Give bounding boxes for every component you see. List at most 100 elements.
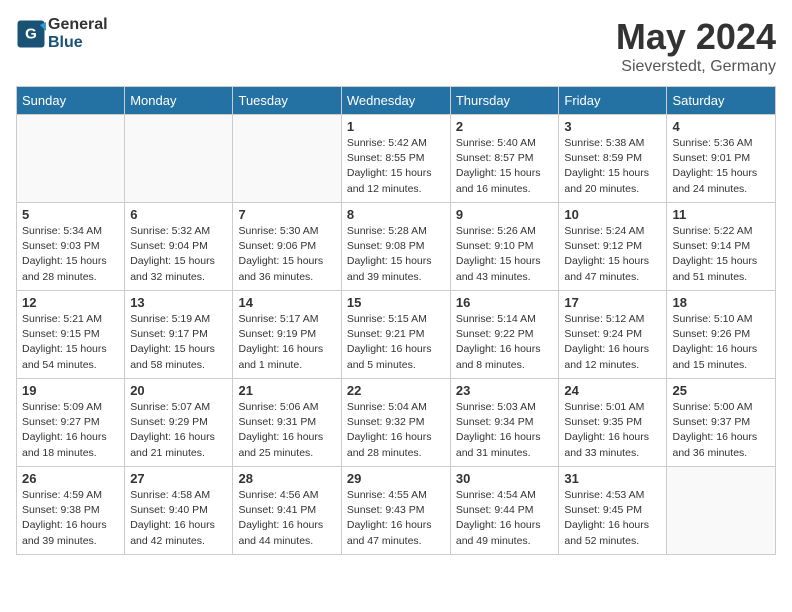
day-info: Sunrise: 5:24 AMSunset: 9:12 PMDaylight:… xyxy=(564,224,661,285)
day-number: 6 xyxy=(130,207,227,222)
calendar-cell: 25Sunrise: 5:00 AMSunset: 9:37 PMDayligh… xyxy=(667,379,776,467)
day-info: Sunrise: 4:59 AMSunset: 9:38 PMDaylight:… xyxy=(22,488,119,549)
calendar-table: SundayMondayTuesdayWednesdayThursdayFrid… xyxy=(16,86,776,555)
calendar-cell: 23 Sunrise: 5:03 AMSunset: 9:34 PMDayligh… xyxy=(450,379,559,467)
day-info: Sunrise: 5:10 AMSunset: 9:26 PMDaylight:… xyxy=(672,312,770,373)
calendar-cell: 18 Sunrise: 5:10 AMSunset: 9:26 PMDayligh… xyxy=(667,291,776,379)
week-row-1: 1 Sunrise: 5:42 AMSunset: 8:55 PMDaylight… xyxy=(17,115,776,203)
day-info: Sunrise: 5:38 AMSunset: 8:59 PMDaylight:… xyxy=(564,136,661,197)
day-number: 13 xyxy=(130,295,227,310)
day-info: Sunrise: 4:54 AMSunset: 9:44 PMDaylight:… xyxy=(456,488,554,549)
day-number: 3 xyxy=(564,119,661,134)
day-info: Sunrise: 4:58 AMSunset: 9:40 PMDaylight:… xyxy=(130,488,227,549)
logo: G General Blue xyxy=(16,16,108,52)
calendar-cell: 26 Sunrise: 4:59 AMSunset: 9:38 PMDayligh… xyxy=(17,467,125,555)
day-number: 9 xyxy=(456,207,554,222)
day-number: 31 xyxy=(564,471,661,486)
calendar-cell: 7Sunrise: 5:30 AMSunset: 9:06 PMDaylight… xyxy=(233,203,341,291)
weekday-header-thursday: Thursday xyxy=(450,87,559,115)
day-number: 19 xyxy=(22,383,119,398)
day-info: Sunrise: 5:34 AMSunset: 9:03 PMDaylight:… xyxy=(22,224,119,285)
day-number: 23 xyxy=(456,383,554,398)
title-block: May 2024 Sieverstedt, Germany xyxy=(616,16,776,76)
day-info: Sunrise: 5:01 AMSunset: 9:35 PMDaylight:… xyxy=(564,400,661,461)
day-number: 14 xyxy=(238,295,335,310)
day-number: 29 xyxy=(347,471,445,486)
week-row-2: 5Sunrise: 5:34 AMSunset: 9:03 PMDaylight… xyxy=(17,203,776,291)
calendar-cell: 29 Sunrise: 4:55 AMSunset: 9:43 PMDayligh… xyxy=(341,467,450,555)
day-info: Sunrise: 5:32 AMSunset: 9:04 PMDaylight:… xyxy=(130,224,227,285)
calendar-cell: 16 Sunrise: 5:14 AMSunset: 9:22 PMDayligh… xyxy=(450,291,559,379)
location-title: Sieverstedt, Germany xyxy=(616,58,776,76)
calendar-cell: 8Sunrise: 5:28 AMSunset: 9:08 PMDaylight… xyxy=(341,203,450,291)
logo-blue: Blue xyxy=(48,34,83,51)
week-row-4: 19 Sunrise: 5:09 AMSunset: 9:27 PMDayligh… xyxy=(17,379,776,467)
day-number: 27 xyxy=(130,471,227,486)
day-info: Sunrise: 5:14 AMSunset: 9:22 PMDaylight:… xyxy=(456,312,554,373)
day-info: Sunrise: 5:06 AMSunset: 9:31 PMDaylight:… xyxy=(238,400,335,461)
calendar-cell: 20 Sunrise: 5:07 AMSunset: 9:29 PMDayligh… xyxy=(125,379,233,467)
day-number: 21 xyxy=(238,383,335,398)
day-number: 4 xyxy=(672,119,770,134)
day-info: Sunrise: 5:22 AMSunset: 9:14 PMDaylight:… xyxy=(672,224,770,285)
day-info: Sunrise: 5:12 AMSunset: 9:24 PMDaylight:… xyxy=(564,312,661,373)
logo-icon: G xyxy=(16,19,46,49)
day-number: 16 xyxy=(456,295,554,310)
weekday-header-tuesday: Tuesday xyxy=(233,87,341,115)
day-info: Sunrise: 5:42 AMSunset: 8:55 PMDaylight:… xyxy=(347,136,445,197)
weekday-header-monday: Monday xyxy=(125,87,233,115)
month-title: May 2024 xyxy=(616,16,776,58)
day-info: Sunrise: 5:15 AMSunset: 9:21 PMDaylight:… xyxy=(347,312,445,373)
calendar-cell: 3 Sunrise: 5:38 AMSunset: 8:59 PMDaylight… xyxy=(559,115,667,203)
day-number: 25 xyxy=(672,383,770,398)
day-number: 26 xyxy=(22,471,119,486)
day-info: Sunrise: 5:19 AMSunset: 9:17 PMDaylight:… xyxy=(130,312,227,373)
calendar-cell: 10 Sunrise: 5:24 AMSunset: 9:12 PMDayligh… xyxy=(559,203,667,291)
day-number: 1 xyxy=(347,119,445,134)
day-number: 12 xyxy=(22,295,119,310)
calendar-cell: 11 Sunrise: 5:22 AMSunset: 9:14 PMDayligh… xyxy=(667,203,776,291)
calendar-cell: 2 Sunrise: 5:40 AMSunset: 8:57 PMDaylight… xyxy=(450,115,559,203)
day-info: Sunrise: 5:03 AMSunset: 9:34 PMDaylight:… xyxy=(456,400,554,461)
day-info: Sunrise: 5:26 AMSunset: 9:10 PMDaylight:… xyxy=(456,224,554,285)
svg-text:G: G xyxy=(25,26,37,43)
calendar-cell: 17Sunrise: 5:12 AMSunset: 9:24 PMDayligh… xyxy=(559,291,667,379)
day-info: Sunrise: 5:09 AMSunset: 9:27 PMDaylight:… xyxy=(22,400,119,461)
day-number: 24 xyxy=(564,383,661,398)
calendar-cell xyxy=(233,115,341,203)
day-number: 11 xyxy=(672,207,770,222)
day-number: 20 xyxy=(130,383,227,398)
calendar-cell: 22Sunrise: 5:04 AMSunset: 9:32 PMDayligh… xyxy=(341,379,450,467)
day-info: Sunrise: 5:40 AMSunset: 8:57 PMDaylight:… xyxy=(456,136,554,197)
page-header: G General Blue May 2024 Sieverstedt, Ger… xyxy=(16,16,776,76)
logo-general: General xyxy=(48,16,108,33)
calendar-cell xyxy=(125,115,233,203)
calendar-cell: 9 Sunrise: 5:26 AMSunset: 9:10 PMDaylight… xyxy=(450,203,559,291)
calendar-cell: 13 Sunrise: 5:19 AMSunset: 9:17 PMDayligh… xyxy=(125,291,233,379)
day-info: Sunrise: 5:07 AMSunset: 9:29 PMDaylight:… xyxy=(130,400,227,461)
weekday-header-sunday: Sunday xyxy=(17,87,125,115)
weekday-header-wednesday: Wednesday xyxy=(341,87,450,115)
calendar-cell: 24 Sunrise: 5:01 AMSunset: 9:35 PMDayligh… xyxy=(559,379,667,467)
day-number: 30 xyxy=(456,471,554,486)
calendar-cell: 21 Sunrise: 5:06 AMSunset: 9:31 PMDayligh… xyxy=(233,379,341,467)
calendar-cell: 31 Sunrise: 4:53 AMSunset: 9:45 PMDayligh… xyxy=(559,467,667,555)
calendar-cell: 15Sunrise: 5:15 AMSunset: 9:21 PMDayligh… xyxy=(341,291,450,379)
day-number: 10 xyxy=(564,207,661,222)
day-info: Sunrise: 4:55 AMSunset: 9:43 PMDaylight:… xyxy=(347,488,445,549)
day-number: 7 xyxy=(238,207,335,222)
day-info: Sunrise: 4:56 AMSunset: 9:41 PMDaylight:… xyxy=(238,488,335,549)
day-info: Sunrise: 5:21 AMSunset: 9:15 PMDaylight:… xyxy=(22,312,119,373)
day-info: Sunrise: 5:36 AMSunset: 9:01 PMDaylight:… xyxy=(672,136,770,197)
day-number: 2 xyxy=(456,119,554,134)
calendar-cell: 12 Sunrise: 5:21 AMSunset: 9:15 PMDayligh… xyxy=(17,291,125,379)
calendar-cell: 19 Sunrise: 5:09 AMSunset: 9:27 PMDayligh… xyxy=(17,379,125,467)
day-number: 18 xyxy=(672,295,770,310)
weekday-header-friday: Friday xyxy=(559,87,667,115)
week-row-5: 26 Sunrise: 4:59 AMSunset: 9:38 PMDayligh… xyxy=(17,467,776,555)
day-number: 28 xyxy=(238,471,335,486)
day-number: 22 xyxy=(347,383,445,398)
day-info: Sunrise: 5:17 AMSunset: 9:19 PMDaylight:… xyxy=(238,312,335,373)
day-info: Sunrise: 4:53 AMSunset: 9:45 PMDaylight:… xyxy=(564,488,661,549)
calendar-cell: 30 Sunrise: 4:54 AMSunset: 9:44 PMDayligh… xyxy=(450,467,559,555)
